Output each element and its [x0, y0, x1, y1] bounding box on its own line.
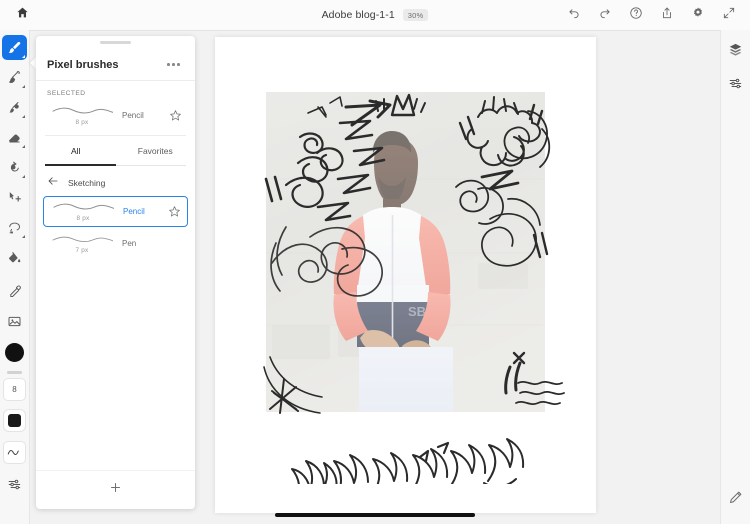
fullscreen-button[interactable] [713, 0, 744, 30]
tab-favorites[interactable]: Favorites [116, 138, 196, 165]
panel-footer [36, 470, 195, 509]
app-root: Adobe blog-1-1 30% 8 Pixel brushes SELEC… [0, 0, 750, 524]
brush-stroke-preview: 8 px [45, 105, 119, 126]
panel-tabs: All Favorites [36, 138, 195, 165]
tool-expand-corner [22, 85, 25, 88]
brush-stroke-preview: 7 px [45, 233, 119, 254]
size-slider-handle[interactable] [7, 371, 22, 374]
expand-arrows-icon [722, 6, 736, 25]
paint-bucket-icon [7, 250, 22, 265]
arrow-left-icon[interactable] [47, 174, 59, 192]
layers-icon [728, 42, 743, 62]
vector-brush-icon [7, 100, 22, 115]
undo-icon [567, 6, 581, 25]
pencil-icon [728, 490, 743, 510]
tool-smudge[interactable] [2, 155, 27, 180]
brush-name: Pencil [123, 207, 145, 216]
left-toolbar: 8 [0, 30, 30, 524]
sliders-icon [728, 76, 743, 96]
eyedropper-icon [7, 284, 22, 299]
artboard[interactable]: SB. [242, 67, 569, 484]
help-button[interactable] [620, 0, 651, 30]
breadcrumb[interactable]: Sketching [36, 170, 195, 196]
tab-all[interactable]: All [36, 138, 116, 165]
canvas-surface[interactable]: SB. [215, 37, 596, 513]
edit-button[interactable] [723, 487, 748, 512]
gear-icon [691, 6, 705, 25]
smudge-icon [7, 160, 22, 175]
share-upload-icon [660, 6, 674, 25]
secondary-color-chip [8, 414, 21, 427]
tool-expand-corner [22, 115, 25, 118]
brush-properties-button[interactable] [2, 474, 27, 499]
tool-pixel-brush[interactable] [2, 35, 27, 60]
layers-button[interactable] [723, 39, 748, 64]
tool-eraser[interactable] [2, 125, 27, 150]
help-circle-icon [629, 6, 643, 25]
wave-icon [7, 444, 22, 462]
tool-place-photo[interactable] [2, 309, 27, 334]
pixel-brush-icon [7, 40, 22, 55]
tool-lasso-select[interactable] [2, 215, 27, 240]
settings-button[interactable] [682, 0, 713, 30]
image-icon [7, 314, 22, 329]
zoom-level-badge[interactable]: 30% [402, 9, 429, 21]
tool-fill[interactable] [2, 245, 27, 270]
redo-button[interactable] [589, 0, 620, 30]
panel-divider [45, 135, 186, 136]
document-title: Adobe blog-1-1 [321, 9, 395, 21]
panel-header: Pixel brushes [36, 49, 195, 81]
brush-size-label: 8 px [76, 215, 90, 222]
plus-icon[interactable] [109, 481, 122, 499]
brush-stroke-preview: 8 px [46, 201, 120, 222]
tool-expand-corner [22, 235, 25, 238]
live-brush-icon [7, 70, 22, 85]
brush-size-value[interactable]: 8 [3, 378, 26, 401]
top-bar: Adobe blog-1-1 30% [0, 0, 750, 31]
transform-icon [7, 190, 22, 205]
smoothing-button[interactable] [3, 441, 26, 464]
tool-expand-corner [22, 145, 25, 148]
lasso-select-icon [7, 220, 22, 235]
brush-list-item-pen[interactable]: 7 px Pen [36, 227, 195, 260]
artwork-image: SB. [242, 67, 569, 484]
brush-name: Pen [122, 239, 137, 248]
adjustments-button[interactable] [723, 73, 748, 98]
star-outline-icon[interactable] [163, 205, 185, 218]
redo-icon [598, 6, 612, 25]
tool-live-brush[interactable] [2, 65, 27, 90]
tool-expand-corner [22, 55, 25, 58]
selected-section-label: SELECTED [47, 90, 86, 97]
brush-size-control[interactable]: 8 [3, 371, 26, 401]
panel-title: Pixel brushes [47, 58, 119, 71]
undo-button[interactable] [558, 0, 589, 30]
panel-drag-handle[interactable] [36, 36, 195, 49]
share-button[interactable] [651, 0, 682, 30]
brush-name: Pencil [122, 111, 144, 120]
brush-list: 8 px Pencil 7 px Pen [36, 196, 195, 470]
tool-vector-brush[interactable] [2, 95, 27, 120]
right-rail [720, 30, 750, 524]
secondary-color-swatch[interactable] [3, 409, 26, 432]
tool-eyedropper[interactable] [2, 279, 27, 304]
eraser-icon [7, 130, 22, 145]
pixel-brushes-panel: Pixel brushes SELECTED 8 px Pencil All F… [36, 36, 195, 509]
brush-size-label: 7 px [75, 247, 89, 254]
tab-underline [45, 164, 186, 166]
selected-brush-row[interactable]: 8 px Pencil [36, 99, 195, 132]
brush-size-label: 8 px [75, 119, 89, 126]
star-outline-icon[interactable] [164, 109, 186, 122]
more-options-icon[interactable] [163, 59, 184, 70]
active-color-swatch[interactable] [5, 343, 24, 362]
home-indicator[interactable] [275, 513, 475, 517]
brush-list-item-pencil[interactable]: 8 px Pencil [43, 196, 188, 227]
tool-expand-corner [22, 175, 25, 178]
sliders-icon [7, 477, 22, 497]
top-bar-actions [558, 0, 744, 30]
breadcrumb-label: Sketching [68, 178, 106, 188]
tool-transform[interactable] [2, 185, 27, 210]
